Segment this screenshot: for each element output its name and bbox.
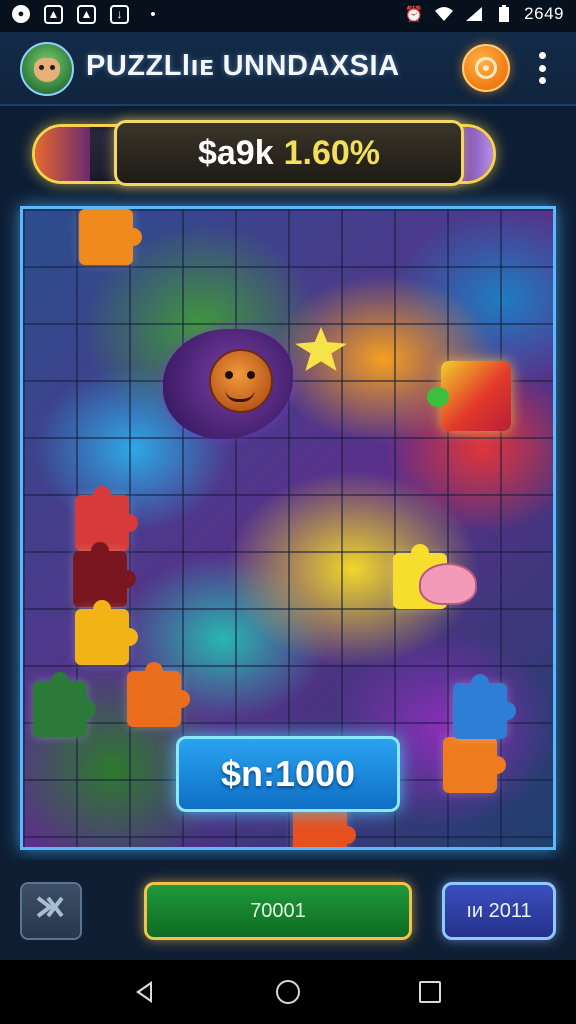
bottom-controls: 70001 ıᴎ 2011 bbox=[0, 860, 576, 960]
menu-dot bbox=[538, 77, 546, 84]
progress-fill bbox=[35, 127, 90, 181]
status-time: 2649 bbox=[524, 4, 564, 23]
coin-button[interactable] bbox=[462, 44, 510, 92]
progress-amount: $a9k bbox=[197, 133, 274, 172]
wifi-icon bbox=[434, 4, 454, 24]
back-triangle-icon[interactable] bbox=[128, 976, 160, 1008]
battery-icon bbox=[494, 4, 514, 24]
puzzle-piece[interactable] bbox=[79, 209, 142, 265]
message-icon: ● bbox=[12, 5, 30, 23]
puzzle-piece[interactable] bbox=[75, 600, 138, 665]
photo-icon: ▲ bbox=[77, 4, 96, 24]
goblin-avatar-icon[interactable] bbox=[20, 42, 74, 96]
status-left-icons: ● ▲ ▲ ↓ • bbox=[12, 4, 163, 24]
status-bar: ● ▲ ▲ ↓ • ⏰ 2649 bbox=[0, 0, 576, 32]
app-title: PUZZLlıᴇ UNNDAXSIA bbox=[86, 50, 400, 82]
status-right-icons: ⏰ 2649 bbox=[404, 4, 564, 24]
back-shape bbox=[136, 981, 152, 1003]
shuffle-button[interactable] bbox=[20, 882, 82, 940]
puzzle-piece[interactable] bbox=[127, 662, 190, 727]
progress-label: $a9k 1.60% bbox=[114, 120, 464, 186]
recents-shape bbox=[419, 981, 441, 1003]
home-shape bbox=[276, 980, 300, 1004]
puzzle-piece[interactable] bbox=[73, 542, 136, 607]
avatar-face bbox=[34, 58, 60, 82]
system-nav-bar bbox=[0, 960, 576, 1024]
puzzle-piece[interactable] bbox=[293, 798, 356, 847]
monster-face bbox=[209, 349, 273, 413]
download-icon: ↓ bbox=[110, 4, 129, 24]
puzzle-piece[interactable] bbox=[453, 674, 516, 739]
progress-percent: 1.60% bbox=[283, 133, 381, 172]
coin-dot bbox=[483, 65, 489, 71]
puzzle-piece-icon[interactable] bbox=[427, 361, 511, 431]
shuffle-icon bbox=[34, 892, 68, 930]
coin-icon bbox=[475, 57, 497, 79]
alarm-icon: ⏰ bbox=[404, 6, 424, 23]
menu-dot bbox=[538, 64, 546, 72]
home-circle-icon[interactable] bbox=[272, 976, 304, 1008]
game-screen: ● ▲ ▲ ↓ • ⏰ 2649 PUZZLlıᴇ UNNDAXSIA $a9k… bbox=[0, 0, 576, 1024]
primary-button[interactable]: 70001 bbox=[144, 882, 412, 940]
puzzle-piece[interactable] bbox=[33, 672, 96, 737]
slime-creature-icon bbox=[419, 563, 477, 605]
menu-dot bbox=[538, 52, 546, 59]
signal-icon bbox=[464, 4, 484, 24]
reward-button[interactable]: $n:1000 bbox=[176, 736, 400, 812]
dot-icon: • bbox=[150, 5, 156, 23]
puzzle-piece[interactable] bbox=[443, 728, 506, 793]
recents-square-icon[interactable] bbox=[414, 976, 446, 1008]
more-vertical-icon[interactable] bbox=[528, 48, 556, 88]
app-header: PUZZLlıᴇ UNNDAXSIA bbox=[0, 32, 576, 106]
image-icon: ▲ bbox=[44, 4, 63, 24]
secondary-button[interactable]: ıᴎ 2011 bbox=[442, 882, 556, 940]
